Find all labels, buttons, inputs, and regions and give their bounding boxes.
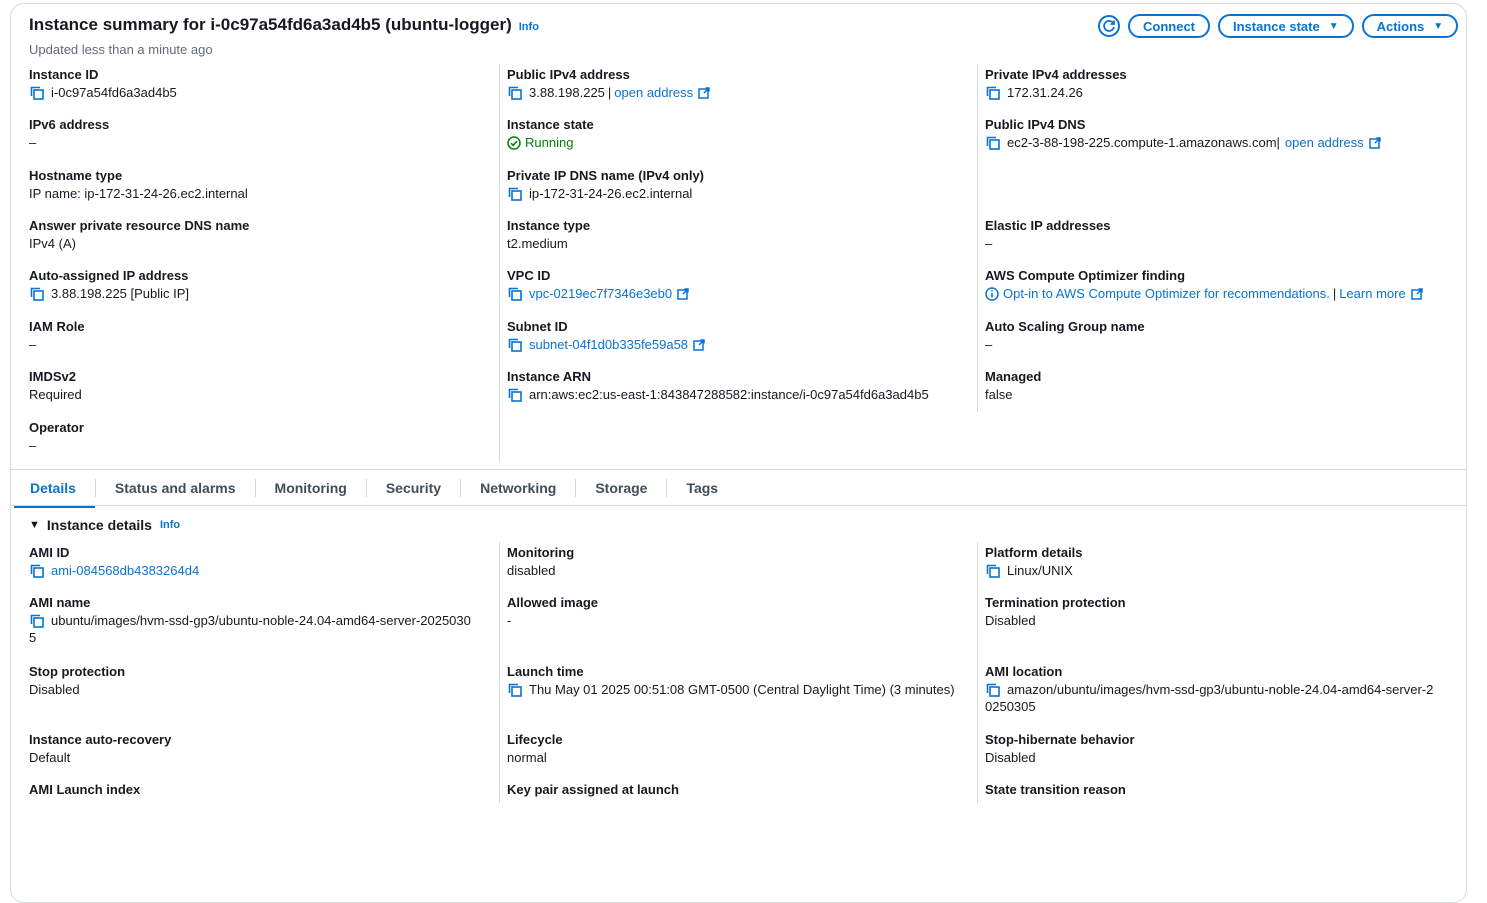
vpc-link[interactable]: vpc-0219ec7f7346e3eb0 bbox=[529, 286, 672, 302]
field-ipv6: IPv6 address – bbox=[29, 117, 110, 150]
copy-icon[interactable] bbox=[29, 85, 45, 101]
page-title: Instance summary for i-0c97a54fd6a3ad4b5… bbox=[29, 15, 539, 34]
copy-icon[interactable] bbox=[29, 613, 45, 629]
field-private-ipv4: Private IPv4 addresses 172.31.24.26 bbox=[985, 67, 1127, 101]
connect-button[interactable]: Connect bbox=[1128, 14, 1210, 38]
field-answer-dns: Answer private resource DNS name IPv4 (A… bbox=[29, 218, 250, 251]
caret-down-icon: ▼ bbox=[1433, 20, 1444, 32]
field-subnet-id: Subnet ID subnet-04f1d0b335fe59a58 bbox=[507, 319, 705, 353]
instance-details-header[interactable]: ▼ Instance details Info bbox=[29, 517, 180, 533]
tab-networking[interactable]: Networking bbox=[461, 476, 575, 504]
open-address-link[interactable]: open address bbox=[1285, 135, 1364, 151]
external-link-icon bbox=[698, 87, 710, 99]
copy-icon[interactable] bbox=[507, 337, 523, 353]
tab-storage[interactable]: Storage bbox=[576, 476, 666, 504]
ami-id-link[interactable]: ami-084568db4383264d4 bbox=[51, 563, 199, 579]
caret-down-icon: ▼ bbox=[29, 519, 40, 531]
field-lifecycle: Lifecycle normal bbox=[507, 732, 563, 765]
actions-button[interactable]: Actions ▼ bbox=[1361, 14, 1459, 38]
open-address-link[interactable]: open address bbox=[614, 85, 693, 101]
copy-icon[interactable] bbox=[29, 563, 45, 579]
field-public-dns: Public IPv4 DNS ec2-3-88-198-225.compute… bbox=[985, 117, 1381, 151]
tab-monitoring[interactable]: Monitoring bbox=[256, 476, 366, 504]
info-link[interactable]: Info bbox=[160, 519, 180, 531]
info-link[interactable]: Info bbox=[519, 21, 539, 33]
field-platform-details: Platform details Linux/UNIX bbox=[985, 545, 1083, 579]
column-divider bbox=[977, 542, 978, 803]
compute-optimizer-link[interactable]: Opt-in to AWS Compute Optimizer for reco… bbox=[1003, 286, 1330, 302]
field-launch-time: Launch time Thu May 01 2025 00:51:08 GMT… bbox=[507, 664, 955, 698]
field-stop-hibernate: Stop-hibernate behavior Disabled bbox=[985, 732, 1135, 765]
caret-down-icon: ▼ bbox=[1328, 20, 1339, 32]
copy-icon[interactable] bbox=[507, 186, 523, 202]
field-monitoring: Monitoring disabled bbox=[507, 545, 575, 578]
field-auto-ip: Auto-assigned IP address 3.88.198.225 [P… bbox=[29, 268, 190, 302]
field-allowed-image: Allowed image - bbox=[507, 595, 599, 628]
field-ami-id: AMI ID ami-084568db4383264d4 bbox=[29, 545, 200, 579]
column-divider bbox=[977, 64, 978, 412]
tab-security[interactable]: Security bbox=[367, 476, 460, 504]
refresh-icon bbox=[1103, 20, 1115, 32]
field-ami-launch-index: AMI Launch index bbox=[29, 782, 141, 797]
field-instance-id: Instance ID i-0c97a54fd6a3ad4b5 bbox=[29, 67, 177, 101]
field-instance-arn: Instance ARN arn:aws:ec2:us-east-1:84384… bbox=[507, 369, 929, 403]
field-auto-recovery: Instance auto-recovery Default bbox=[29, 732, 172, 765]
column-divider bbox=[499, 64, 500, 462]
field-hostname-type: Hostname type IP name: ip-172-31-24-26.e… bbox=[29, 168, 248, 201]
tab-details[interactable]: Details bbox=[14, 476, 95, 508]
divider bbox=[11, 505, 1466, 506]
field-asg-name: Auto Scaling Group name – bbox=[985, 319, 1145, 352]
info-icon bbox=[985, 287, 999, 301]
field-operator: Operator – bbox=[29, 420, 84, 453]
field-vpc-id: VPC ID vpc-0219ec7f7346e3eb0 bbox=[507, 268, 689, 302]
copy-icon[interactable] bbox=[507, 387, 523, 403]
field-imdsv2: IMDSv2 Required bbox=[29, 369, 82, 402]
updated-text: Updated less than a minute ago bbox=[29, 42, 213, 57]
field-ami-location: AMI location amazon/ubuntu/images/hvm-ss… bbox=[985, 664, 1434, 714]
field-private-dns: Private IP DNS name (IPv4 only) ip-172-3… bbox=[507, 168, 704, 202]
copy-icon[interactable] bbox=[507, 85, 523, 101]
external-link-icon bbox=[1411, 288, 1423, 300]
divider bbox=[11, 469, 1466, 470]
copy-icon[interactable] bbox=[985, 85, 1001, 101]
external-link-icon bbox=[1369, 137, 1381, 149]
field-instance-state: Instance state Running bbox=[507, 117, 594, 150]
field-elastic-ip: Elastic IP addresses – bbox=[985, 218, 1111, 251]
learn-more-link[interactable]: Learn more bbox=[1339, 286, 1405, 302]
field-ami-name: AMI name ubuntu/images/hvm-ssd-gp3/ubunt… bbox=[29, 595, 471, 645]
field-managed: Managed false bbox=[985, 369, 1042, 402]
instance-state-button[interactable]: Instance state ▼ bbox=[1218, 14, 1354, 38]
subnet-link[interactable]: subnet-04f1d0b335fe59a58 bbox=[529, 337, 688, 353]
field-instance-type: Instance type t2.medium bbox=[507, 218, 591, 251]
field-iam-role: IAM Role – bbox=[29, 319, 85, 352]
field-state-transition-reason: State transition reason bbox=[985, 782, 1126, 797]
external-link-icon bbox=[677, 288, 689, 300]
field-key-pair: Key pair assigned at launch bbox=[507, 782, 679, 797]
check-circle-icon bbox=[507, 136, 521, 150]
field-compute-optimizer: AWS Compute Optimizer finding Opt-in to … bbox=[985, 268, 1423, 302]
copy-icon[interactable] bbox=[985, 135, 1001, 151]
copy-icon[interactable] bbox=[507, 682, 523, 698]
copy-icon[interactable] bbox=[507, 286, 523, 302]
field-stop-protection: Stop protection Disabled bbox=[29, 664, 126, 697]
field-public-ipv4: Public IPv4 address 3.88.198.225 | open ad… bbox=[507, 67, 710, 101]
column-divider bbox=[499, 542, 500, 803]
tab-status-and-alarms[interactable]: Status and alarms bbox=[96, 476, 255, 504]
field-termination-protection: Termination protection Disabled bbox=[985, 595, 1126, 628]
copy-icon[interactable] bbox=[29, 286, 45, 302]
external-link-icon bbox=[693, 339, 705, 351]
tab-tags[interactable]: Tags bbox=[667, 476, 737, 504]
tab-bar: Details Status and alarms Monitoring Sec… bbox=[14, 476, 737, 508]
copy-icon[interactable] bbox=[985, 682, 1001, 698]
copy-icon[interactable] bbox=[985, 563, 1001, 579]
refresh-button[interactable] bbox=[1098, 15, 1120, 37]
header-actions: Connect Instance state ▼ Actions ▼ bbox=[1098, 14, 1459, 38]
